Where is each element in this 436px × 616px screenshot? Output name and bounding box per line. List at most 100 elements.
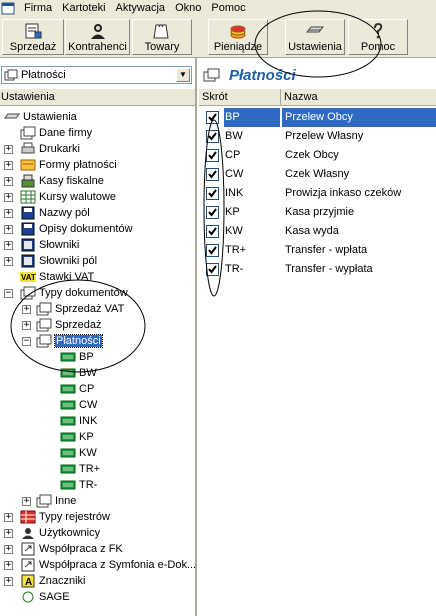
row-checkbox[interactable] (206, 206, 219, 219)
tree-expander-icon[interactable]: + (4, 257, 13, 266)
table-row[interactable]: BP Przelew Obcy (199, 108, 436, 127)
tree-node-label: SAGE (39, 591, 70, 603)
table-row[interactable]: KW Kasa wyda (199, 222, 436, 241)
tree-node[interactable]: BW (60, 365, 97, 381)
column-header-nazwa[interactable]: Nazwa (281, 89, 436, 105)
tree-node-label: Kasy fiskalne (39, 175, 104, 187)
row-checkbox[interactable] (206, 225, 219, 238)
menu-kartoteki[interactable]: Kartoteki (57, 1, 110, 15)
tree-node[interactable]: Nazwy pól (20, 205, 90, 221)
table-row[interactable]: CP Czek Obcy (199, 146, 436, 165)
right-panel: Płatności Skrót Nazwa BP Przelew Obcy BW Pr… (199, 58, 436, 616)
tree-node[interactable]: Formy płatności (20, 157, 117, 173)
grid-header: Skrót Nazwa (199, 89, 436, 106)
tree-node[interactable]: Typy dokumentów (20, 285, 128, 301)
tree-node[interactable]: Sprzedaż (36, 317, 101, 333)
tree-node[interactable]: Użytkownicy (20, 525, 100, 541)
document-type-icon (60, 414, 79, 428)
tree-node[interactable]: Słowniki pól (20, 253, 97, 269)
menu-firma[interactable]: Firma (19, 1, 57, 15)
sprzedaz-button[interactable]: Sprzedaż (2, 19, 64, 55)
tree-node[interactable]: Słowniki (20, 237, 79, 253)
tree-node-label: Formy płatności (39, 159, 117, 171)
folder-icon (20, 126, 39, 140)
tree-node[interactable]: Współpraca z Symfonia e-Dok... (20, 557, 196, 573)
tree-expander-icon[interactable]: + (4, 577, 13, 586)
tree-expander-icon[interactable]: + (4, 513, 13, 522)
dictionary-icon (20, 254, 39, 268)
table-row[interactable]: KP Kasa przyjmie (199, 203, 436, 222)
tree-expander-icon[interactable]: + (4, 545, 13, 554)
section-combo[interactable]: Płatności ▼ (1, 66, 192, 84)
kontrahenci-button[interactable]: Kontrahenci (65, 19, 130, 55)
table-row[interactable]: TR- Transfer - wypłata (199, 260, 436, 279)
pieniadze-button[interactable]: Pieniądze (208, 19, 268, 55)
checkmark-icon (208, 246, 217, 255)
row-checkbox[interactable] (206, 244, 219, 257)
tree-node-label: KW (79, 447, 97, 459)
tree-expander-icon[interactable]: + (4, 241, 13, 250)
table-row[interactable]: CW Czek Własny (199, 165, 436, 184)
pomoc-button[interactable]: Pomoc (348, 19, 408, 55)
tree-node[interactable]: SAGE (20, 589, 70, 605)
tree-expander-icon[interactable]: + (4, 177, 13, 186)
tree-node[interactable]: Sprzedaż VAT (36, 301, 124, 317)
towary-button[interactable]: Towary (132, 19, 192, 55)
tree-node[interactable]: Drukarki (20, 141, 80, 157)
table-row[interactable]: INK Prowizja inkaso czeków (199, 184, 436, 203)
table-row[interactable]: TR+ Transfer - wpłata (199, 241, 436, 260)
tree-node[interactable]: CP (60, 381, 94, 397)
tree-expander-icon[interactable]: + (4, 193, 13, 202)
row-checkbox[interactable] (206, 130, 219, 143)
markers-icon: A (20, 574, 39, 588)
tree-node[interactable]: Typy rejestrów (20, 509, 110, 525)
settings-icon (4, 110, 23, 124)
row-checkbox[interactable] (206, 187, 219, 200)
tree-node[interactable]: Ustawienia (4, 109, 77, 125)
row-name: Przelew Własny (285, 130, 364, 142)
menu-pomoc[interactable]: Pomoc (206, 1, 250, 15)
tree-expander-icon[interactable]: + (4, 529, 13, 538)
checkmark-icon (208, 227, 217, 236)
tree-node[interactable]: Inne (36, 493, 76, 509)
tree-expander-icon[interactable]: + (4, 145, 13, 154)
tree-node[interactable]: Płatności (36, 333, 103, 349)
row-checkbox[interactable] (206, 263, 219, 276)
tree-node[interactable]: Kursy walutowe (20, 189, 116, 205)
tree-node[interactable]: TR+ (60, 461, 100, 477)
tree-expander-icon[interactable]: + (22, 321, 31, 330)
column-header-skrot[interactable]: Skrót (199, 89, 281, 105)
tree-node[interactable]: BP (60, 349, 94, 365)
chevron-down-icon[interactable]: ▼ (176, 68, 190, 82)
tree-node[interactable]: TR- (60, 477, 97, 493)
row-checkbox[interactable] (206, 168, 219, 181)
tree-expander-icon[interactable]: + (4, 209, 13, 218)
row-checkbox[interactable] (206, 149, 219, 162)
tree-node[interactable]: INK (60, 413, 97, 429)
tree-expander-icon[interactable]: − (22, 337, 31, 346)
row-code: TR+ (225, 244, 247, 256)
row-checkbox[interactable] (206, 111, 219, 124)
tree-expander-icon[interactable]: + (22, 305, 31, 314)
menu-aktywacja[interactable]: Aktywacja (111, 1, 171, 15)
checkmark-icon (208, 170, 217, 179)
tree-expander-icon[interactable]: + (4, 161, 13, 170)
tree-node[interactable]: Kasy fiskalne (20, 173, 104, 189)
menu-okno[interactable]: Okno (170, 1, 206, 15)
tree-node[interactable]: KP (60, 429, 94, 445)
tree-node[interactable]: CW (60, 397, 97, 413)
table-row[interactable]: BW Przelew Własny (199, 127, 436, 146)
tree-expander-icon[interactable]: − (4, 289, 13, 298)
tree-expander-icon[interactable]: + (4, 561, 13, 570)
tree-node-label: Dane firmy (39, 127, 93, 139)
tree-node[interactable]: Współpraca z FK (20, 541, 123, 557)
tree-node[interactable]: Opisy dokumentów (20, 221, 133, 237)
tree-node[interactable]: A Znaczniki (20, 573, 85, 589)
tree-node[interactable]: VAT Stawki VAT (20, 269, 94, 285)
ustawienia-button[interactable]: Ustawienia (285, 19, 345, 55)
tree-expander-icon[interactable]: + (4, 225, 13, 234)
tree-expander-icon[interactable]: + (22, 497, 31, 506)
row-code: CW (225, 168, 244, 180)
tree-node[interactable]: KW (60, 445, 97, 461)
tree-node[interactable]: Dane firmy (20, 125, 92, 141)
